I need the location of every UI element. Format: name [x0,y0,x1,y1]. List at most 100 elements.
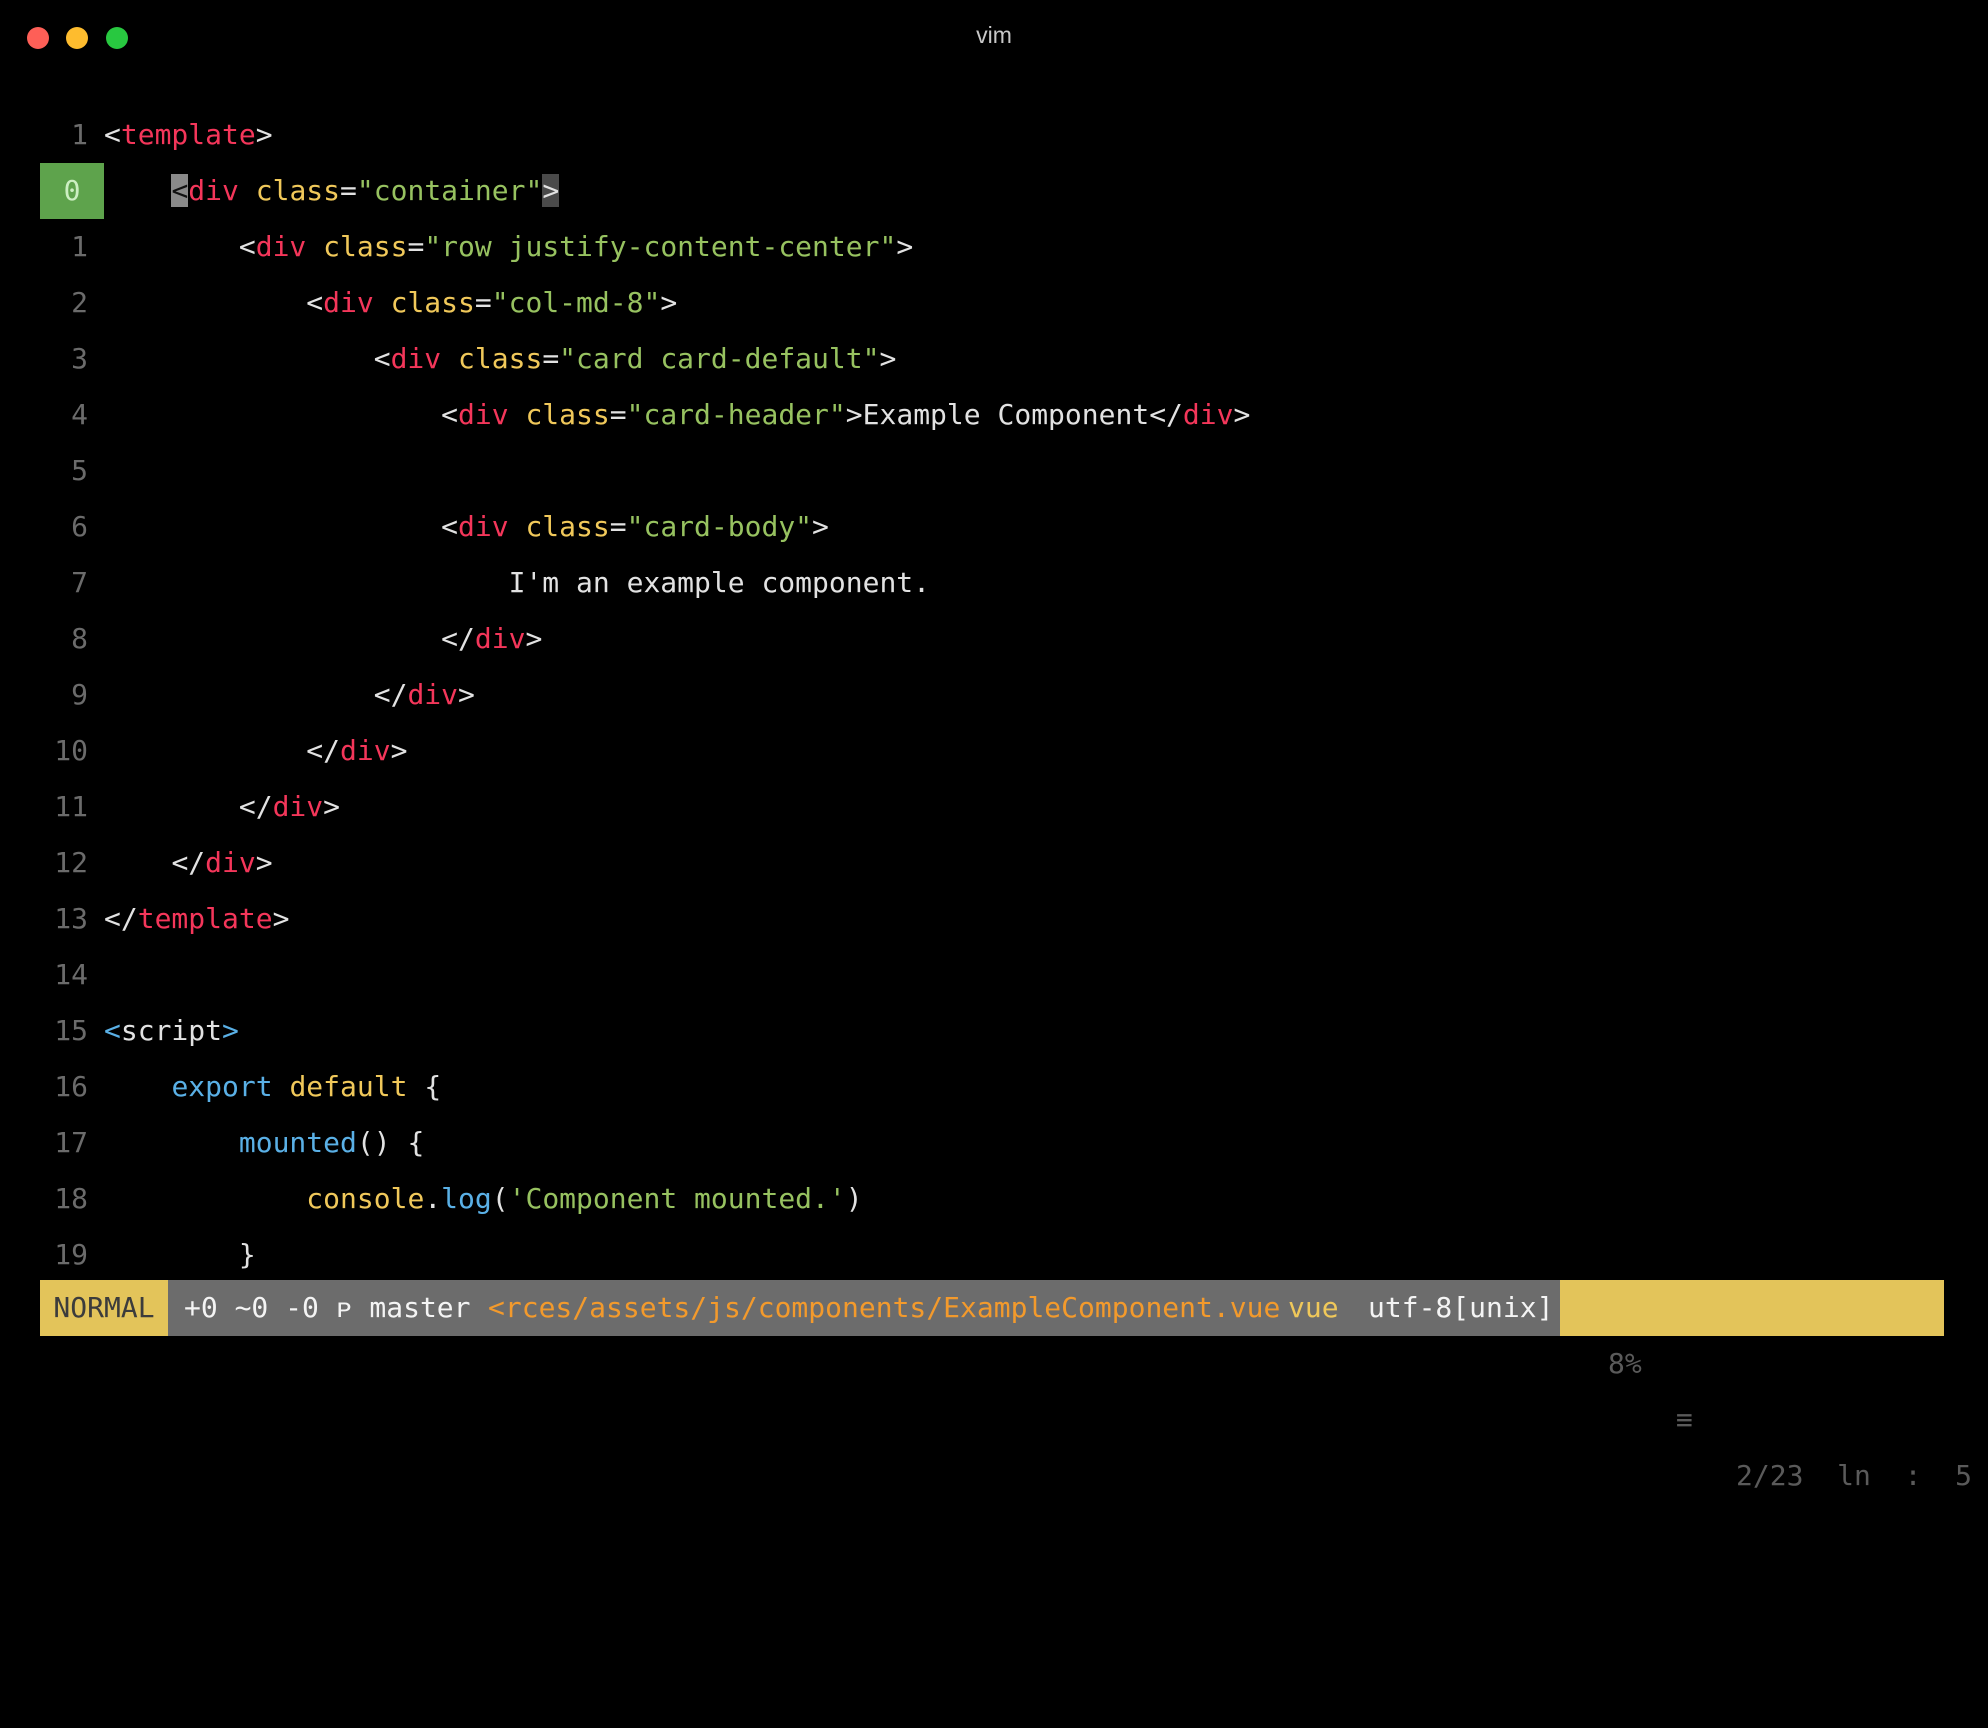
line-content: </div> [104,723,407,779]
code-token: div [205,846,256,879]
code-line[interactable]: 17 mounted() { [0,1115,1988,1171]
code-line[interactable]: 15 <script> [0,1003,1988,1059]
code-line[interactable]: 14 [0,947,1988,1003]
code-token: div [474,622,526,655]
line-content: <div class="container"> [104,163,560,219]
code-token: = [340,174,357,207]
code-token: } [238,1238,256,1271]
code-token: > [255,846,273,879]
code-token: log [441,1182,492,1215]
scroll-percent: 8% [1608,1347,1642,1380]
code-token: "col-md-8" [491,286,661,319]
code-token: = [609,510,627,543]
code-token: "container" [356,174,543,207]
code-line[interactable]: 18 console.log('Component mounted.') [0,1171,1988,1227]
code-token: > [323,790,341,823]
code-line[interactable]: 7 I'm an example component. [0,555,1988,611]
code-token: "card-body" [626,510,813,543]
line-number: 4 [71,398,88,431]
line-number: 15 [54,1014,88,1047]
code-line[interactable]: 12 </div> [0,835,1988,891]
code-token: "card card-default" [559,342,880,375]
code-line[interactable]: 16 export default { [0,1059,1988,1115]
file-path: <rces/assets/js/components/ExampleCompon… [488,1291,1281,1324]
code-token: > [660,286,678,319]
line-content: <template> [104,107,273,163]
code-token: { [407,1070,442,1103]
code-line[interactable]: 5 [0,443,1988,499]
code-token: = [474,286,492,319]
code-line[interactable]: 2 <div class="col-md-8"> [0,275,1988,331]
code-token: div [458,510,509,543]
line-content: <div class="row justify-content-center"> [104,219,913,275]
code-token: > [525,622,543,655]
code-line[interactable]: 9 </div> [0,667,1988,723]
line-content: I'm an example component. [104,555,930,611]
code-token: > [1233,398,1251,431]
line-number: 3 [71,342,88,375]
line-number: 1 [71,230,88,263]
code-token: "row justify-content-center" [424,230,897,263]
line-content: <div class="card-header">Example Compone… [104,387,1250,443]
code-token: > [845,398,863,431]
code-line[interactable]: 8 </div> [0,611,1988,667]
editor-buffer[interactable]: 1 <template> 0 <div class="container"> 1 <d… [0,107,1988,1283]
line-number: 1 [71,118,88,151]
line-number: 5 [71,454,88,487]
code-token: template [120,118,256,151]
line-content: </div> [104,667,475,723]
line-content: <script> [104,1003,239,1059]
filetype: vue [1288,1291,1339,1324]
code-line[interactable]: 10 </div> [0,723,1988,779]
line-number: 11 [54,790,88,823]
code-line[interactable]: 6 <div class="card-body"> [0,499,1988,555]
code-token: class [525,398,610,431]
code-token: div [323,286,374,319]
code-token: > [272,902,290,935]
line-number: 12 [54,846,88,879]
code-line[interactable]: 4 <div class="card-header">Example Compo… [0,387,1988,443]
code-token: class [255,174,341,207]
line-number: 7 [71,566,88,599]
line-content: <div class="col-md-8"> [104,275,677,331]
code-token: div [1182,398,1234,431]
code-token: < [441,510,459,543]
code-line[interactable]: 1 <div class="row justify-content-center… [0,219,1988,275]
code-token: div [188,174,239,207]
code-token: </ [171,846,206,879]
code-line[interactable]: 0 <div class="container"> [0,163,1988,219]
code-line[interactable]: 1 <template> [0,107,1988,163]
line-number: 2 [71,286,88,319]
code-token: > [879,342,897,375]
code-token: </ [373,678,408,711]
code-token: "card-header" [626,398,846,431]
code-line[interactable]: 3 <div class="card card-default"> [0,331,1988,387]
line-number: 10 [54,734,88,767]
line-content: export default { [104,1059,441,1115]
code-token: < [373,342,391,375]
line-number: 6 [71,510,88,543]
line-number: 16 [54,1070,88,1103]
code-line[interactable]: 11 </div> [0,779,1988,835]
mode-indicator: NORMAL [40,1280,168,1336]
code-token: = [609,398,627,431]
line-number: 13 [54,902,88,935]
line-number: 0 [40,163,104,219]
code-line[interactable]: 13 </template> [0,891,1988,947]
code-token: < [441,398,459,431]
code-line[interactable]: 19 } [0,1227,1988,1283]
line-content: </div> [104,779,340,835]
line-content: <div class="card-body"> [104,499,829,555]
